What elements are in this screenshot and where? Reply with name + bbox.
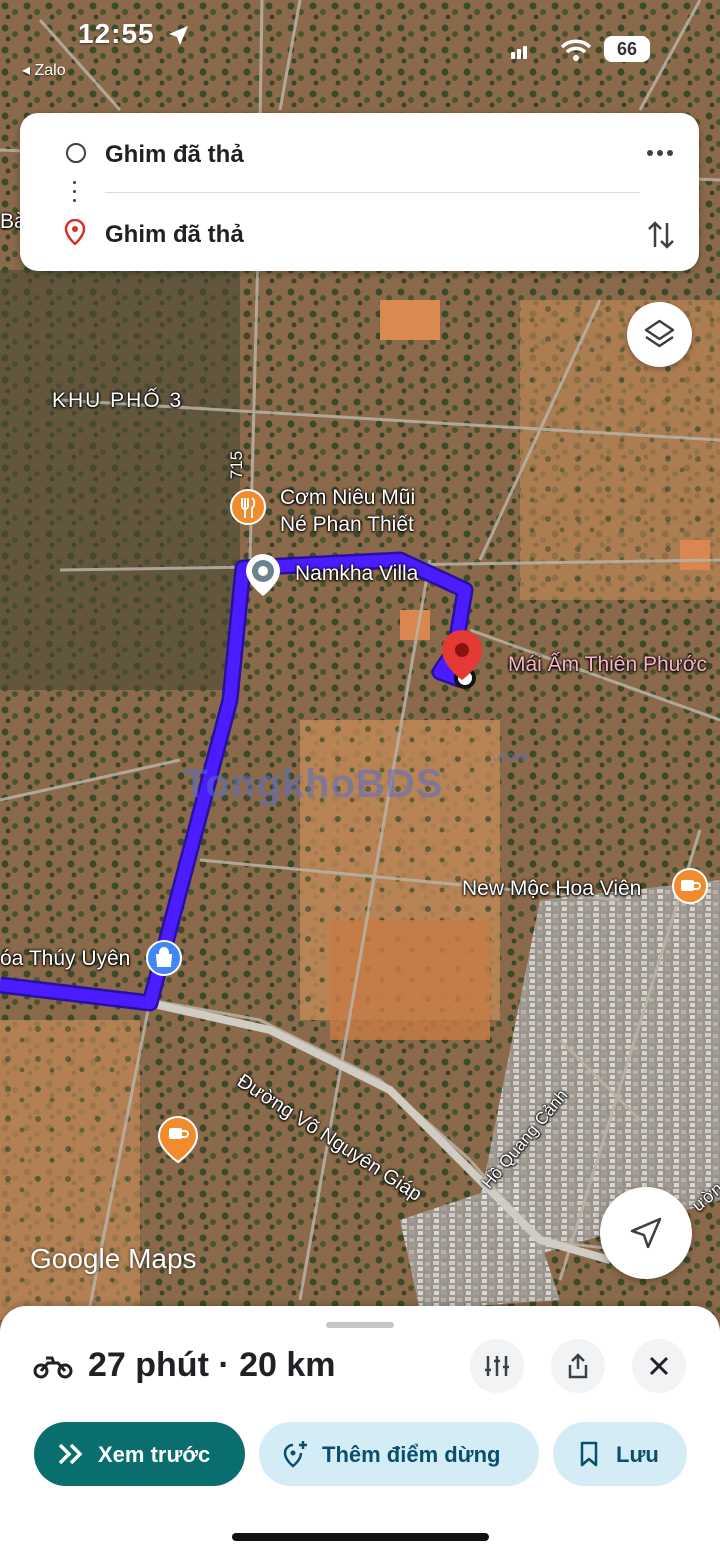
map-label-cafe[interactable]: New Mộc Hoa Viên xyxy=(462,877,641,901)
status-time: 12:55 xyxy=(78,18,155,49)
google-maps-logo: Google Maps xyxy=(30,1243,197,1274)
map-label-shop[interactable]: óa Thúy Uyên xyxy=(0,947,130,971)
route-card: Ghim đã thả Ghim đã thả xyxy=(20,113,699,271)
add-location-icon xyxy=(283,1441,307,1468)
route-duration: 27 phút · 20 km xyxy=(88,1346,336,1384)
more-options-button[interactable] xyxy=(642,135,678,171)
motorbike-icon xyxy=(33,1356,73,1379)
share-button[interactable] xyxy=(551,1339,605,1393)
location-arrow-icon xyxy=(169,26,188,45)
cafe-poi-icon[interactable] xyxy=(672,868,708,904)
directions-sheet: 27 phút · 20 km Xem trước Thêm điểm dừng xyxy=(0,1306,720,1558)
divider xyxy=(105,192,640,193)
map-label-villa[interactable]: Namkha Villa xyxy=(295,562,418,586)
map-label-restaurant[interactable]: Cơm Niêu Mũi Né Phan Thiết xyxy=(280,484,415,538)
signal-icon xyxy=(511,46,527,59)
home-indicator xyxy=(232,1533,489,1541)
map-label-khu-pho: KHU PHỐ 3 xyxy=(52,389,184,412)
save-button[interactable]: Lưu xyxy=(553,1422,687,1486)
layers-icon xyxy=(644,319,675,348)
double-chevron-icon xyxy=(58,1443,83,1465)
destination-field[interactable]: Ghim đã thả xyxy=(20,205,699,265)
map-label-road-715: 715 xyxy=(227,450,247,480)
sheet-drag-handle[interactable] xyxy=(326,1322,394,1328)
wifi-icon xyxy=(560,39,592,61)
restaurant-poi-icon[interactable] xyxy=(230,489,266,525)
add-stop-button[interactable]: Thêm điểm dừng xyxy=(259,1422,539,1486)
watermark-logo: TongkhoBDS .com xyxy=(183,748,530,806)
destination-label: Ghim đã thả xyxy=(105,221,244,248)
back-to-app-link[interactable]: ◂ Zalo xyxy=(22,60,66,80)
status-bar: 12:55 ◂ Zalo 66 xyxy=(0,0,720,90)
close-icon xyxy=(649,1356,669,1376)
shop-poi-icon[interactable] xyxy=(146,940,182,976)
bookmark-icon xyxy=(580,1441,598,1467)
battery-indicator: 66 xyxy=(604,36,650,62)
my-location-button[interactable] xyxy=(600,1187,692,1279)
route-options-button[interactable] xyxy=(470,1339,524,1393)
share-icon xyxy=(568,1353,588,1379)
layers-button[interactable] xyxy=(627,302,692,367)
tune-icon xyxy=(485,1356,509,1376)
swap-direction-button[interactable] xyxy=(644,215,678,255)
more-horizontal-icon xyxy=(647,150,673,156)
origin-label: Ghim đã thả xyxy=(105,141,244,168)
origin-field[interactable]: Ghim đã thả xyxy=(20,125,699,185)
preview-button[interactable]: Xem trước xyxy=(34,1422,245,1486)
swap-arrows-icon xyxy=(648,221,674,249)
map-label-destination-place[interactable]: Mái Ấm Thiên Phước xyxy=(508,653,707,677)
navigation-arrow-icon xyxy=(630,1217,662,1249)
close-button[interactable] xyxy=(632,1339,686,1393)
